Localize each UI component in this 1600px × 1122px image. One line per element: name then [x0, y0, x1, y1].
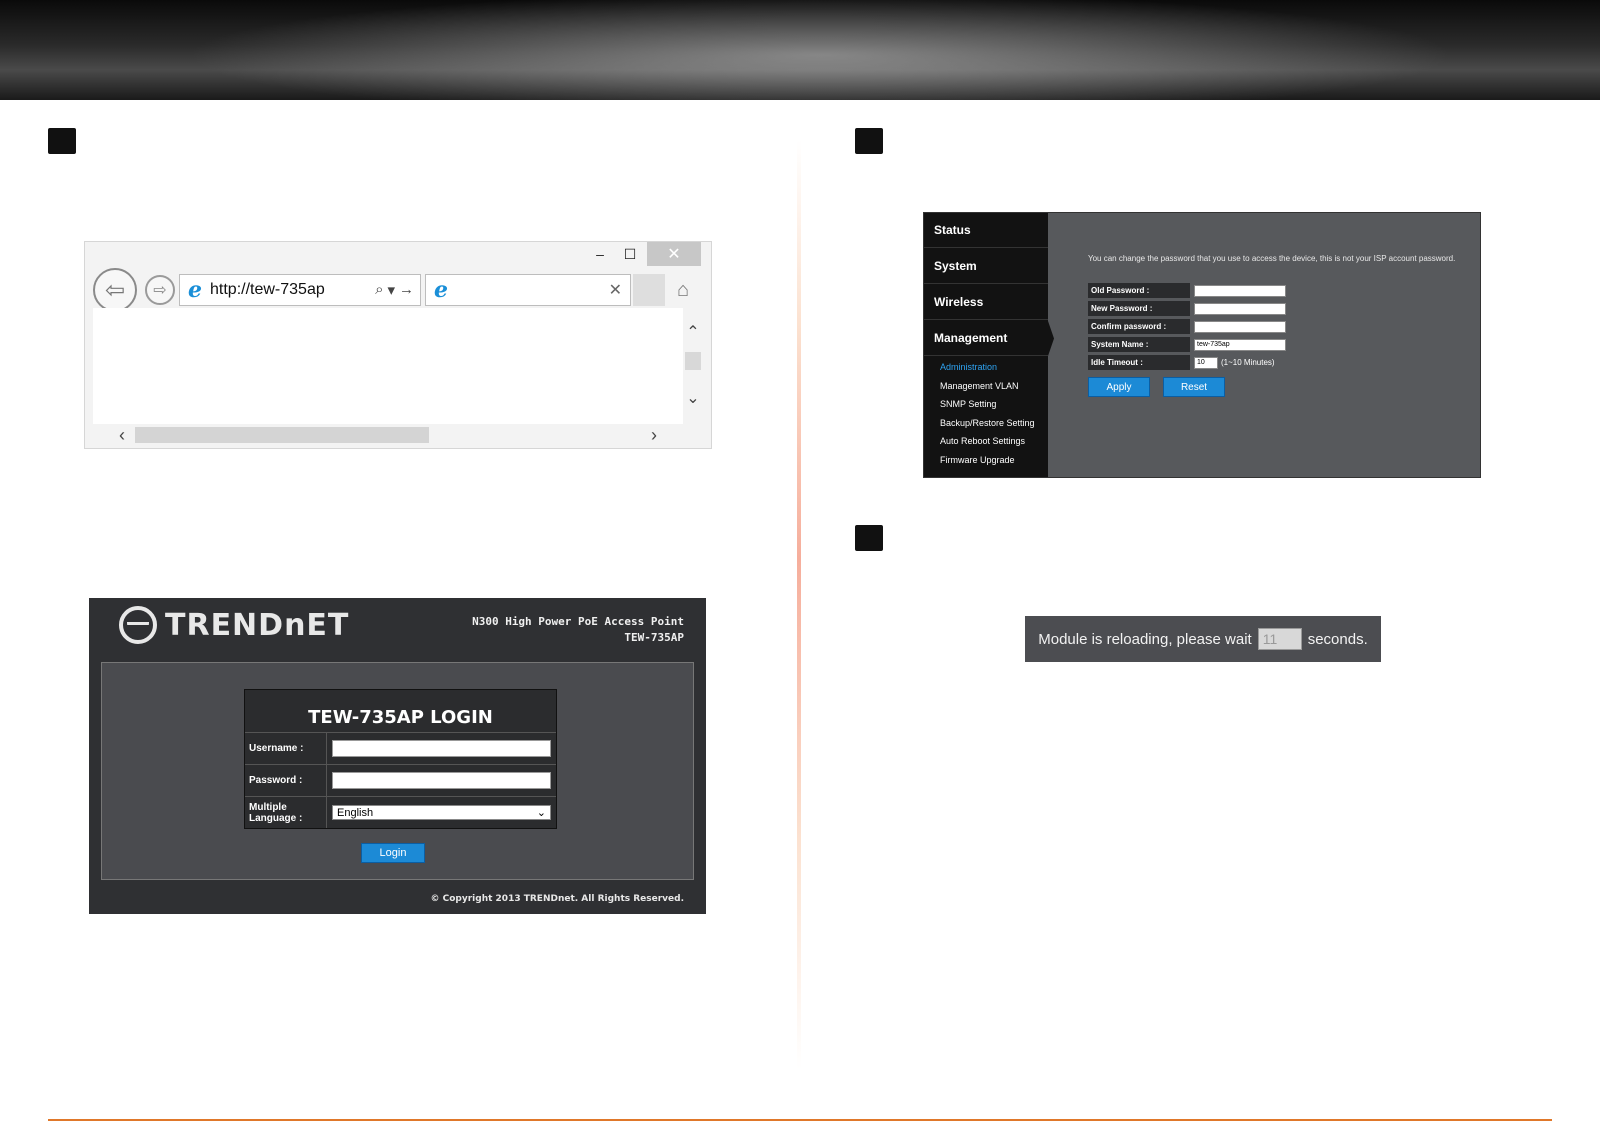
- new-password-input[interactable]: [1194, 302, 1286, 315]
- submenu-firmware-upgrade[interactable]: Firmware Upgrade: [940, 455, 1015, 465]
- login-form: TEW-735AP LOGIN Username : Password : Mu…: [244, 689, 557, 829]
- login-title: TEW-735AP LOGIN: [308, 707, 493, 728]
- header-banner: [0, 0, 1600, 100]
- confirm-password-input[interactable]: [1194, 320, 1286, 333]
- username-row: Username :: [245, 732, 556, 764]
- system-name-label: System Name :: [1088, 337, 1190, 352]
- page-viewport: [93, 308, 683, 424]
- product-title: N300 High Power PoE Access Point TEW-735…: [472, 614, 684, 646]
- tab-ie-logo-icon: e: [434, 277, 448, 303]
- username-input[interactable]: [332, 740, 551, 757]
- search-icon[interactable]: ⌕: [375, 281, 383, 299]
- chevron-down-icon: ⌄: [536, 807, 546, 819]
- step-marker-2: [855, 128, 883, 154]
- submenu-management-vlan[interactable]: Management VLAN: [940, 381, 1019, 391]
- back-button[interactable]: ⇦: [93, 268, 137, 312]
- back-arrow-icon: ⇦: [104, 276, 126, 304]
- password-input[interactable]: [332, 772, 551, 789]
- reload-suffix: seconds.: [1307, 630, 1368, 648]
- language-label-line-1: Multiple: [249, 801, 287, 813]
- new-password-row: New Password :: [1088, 301, 1286, 316]
- menu-status[interactable]: Status: [924, 213, 1048, 248]
- password-row: Password :: [245, 764, 556, 796]
- submenu-auto-reboot[interactable]: Auto Reboot Settings: [940, 436, 1025, 446]
- go-arrow-icon[interactable]: →: [399, 281, 414, 299]
- idle-timeout-row: Idle Timeout : 10 (1~10 Minutes): [1088, 355, 1275, 370]
- menu-wireless[interactable]: Wireless: [924, 285, 1048, 320]
- language-row: Multiple Language : English ⌄: [245, 796, 556, 828]
- dropdown-icon[interactable]: ▾: [387, 281, 395, 299]
- step-marker-1: [48, 128, 76, 154]
- home-icon[interactable]: ⌂: [669, 276, 697, 304]
- copyright-text: © Copyright 2013 TRENDnet. All Rights Re…: [430, 894, 685, 904]
- language-value: English: [337, 806, 374, 819]
- confirm-password-row: Confirm password :: [1088, 319, 1286, 334]
- reload-message: Module is reloading, please wait 11 seco…: [1025, 616, 1381, 662]
- maximize-icon[interactable]: ☐: [617, 242, 643, 266]
- submenu-snmp-setting[interactable]: SNMP Setting: [940, 399, 996, 409]
- scroll-left-icon[interactable]: ‹: [111, 424, 133, 446]
- address-bar[interactable]: e http://tew-735ap ⌕ ▾ →: [179, 274, 421, 306]
- browser-window: ‒ ☐ ✕ ⇦ ⇨ e http://tew-735ap ⌕ ▾ → e ✕ ⌂…: [84, 241, 712, 449]
- language-label-line-2: Language :: [249, 812, 303, 824]
- idle-timeout-input[interactable]: 10: [1194, 356, 1218, 369]
- apply-button[interactable]: Apply: [1088, 377, 1150, 397]
- language-select[interactable]: English ⌄: [332, 805, 551, 820]
- admin-page: Status System Wireless Management Admini…: [923, 212, 1481, 478]
- password-label: Password :: [245, 765, 327, 796]
- minimize-icon[interactable]: ‒: [587, 242, 613, 266]
- submenu-backup-restore[interactable]: Backup/Restore Setting: [940, 418, 1035, 428]
- product-line-2: TEW-735AP: [624, 631, 684, 644]
- confirm-password-label: Confirm password :: [1088, 319, 1190, 334]
- footer-line: [48, 1119, 1552, 1121]
- trendnet-logo: TRENDnET: [119, 606, 349, 644]
- username-label: Username :: [245, 733, 327, 764]
- address-url[interactable]: http://tew-735ap: [210, 281, 375, 299]
- horizontal-scrollbar[interactable]: ‹ ›: [93, 424, 683, 446]
- menu-system[interactable]: System: [924, 249, 1048, 284]
- scroll-down-icon[interactable]: ⌄: [683, 388, 703, 408]
- system-name-row: System Name : tew-735ap: [1088, 337, 1286, 352]
- forward-button[interactable]: ⇨: [145, 275, 175, 305]
- idle-timeout-label: Idle Timeout :: [1088, 355, 1190, 370]
- login-page: TRENDnET N300 High Power PoE Access Poin…: [89, 598, 706, 914]
- reset-button[interactable]: Reset: [1163, 377, 1225, 397]
- scroll-up-icon[interactable]: ⌃: [683, 322, 703, 342]
- horizontal-scroll-thumb[interactable]: [135, 427, 429, 443]
- login-button[interactable]: Login: [361, 843, 425, 863]
- browser-tab[interactable]: e ✕: [425, 274, 631, 306]
- submenu-administration[interactable]: Administration: [940, 362, 997, 372]
- menu-management[interactable]: Management: [924, 321, 1054, 356]
- trendnet-logo-icon: [119, 606, 157, 644]
- new-password-label: New Password :: [1088, 301, 1190, 316]
- old-password-row: Old Password :: [1088, 283, 1286, 298]
- new-tab-button[interactable]: [633, 274, 665, 306]
- login-panel: TEW-735AP LOGIN Username : Password : Mu…: [101, 662, 694, 880]
- column-divider: [797, 140, 801, 1070]
- step-marker-3: [855, 525, 883, 551]
- idle-timeout-note: (1~10 Minutes): [1221, 358, 1275, 367]
- system-name-input[interactable]: tew-735ap: [1194, 338, 1286, 351]
- old-password-label: Old Password :: [1088, 283, 1190, 298]
- product-line-1: N300 High Power PoE Access Point: [472, 615, 684, 628]
- tab-close-icon[interactable]: ✕: [609, 280, 630, 300]
- reload-countdown: 11: [1257, 628, 1302, 650]
- reload-prefix: Module is reloading, please wait: [1038, 630, 1252, 648]
- brand-name: TRENDnET: [165, 607, 350, 643]
- old-password-input[interactable]: [1194, 284, 1286, 297]
- ie-logo-icon: e: [188, 277, 202, 303]
- forward-arrow-icon: ⇨: [153, 282, 167, 299]
- close-icon[interactable]: ✕: [647, 242, 701, 266]
- language-label: Multiple Language :: [245, 797, 327, 828]
- vertical-scrollbar[interactable]: ⌃ ⌄: [683, 308, 703, 424]
- scroll-right-icon[interactable]: ›: [643, 424, 665, 446]
- admin-description: You can change the password that you use…: [1088, 254, 1456, 263]
- vertical-scroll-thumb[interactable]: [685, 352, 701, 370]
